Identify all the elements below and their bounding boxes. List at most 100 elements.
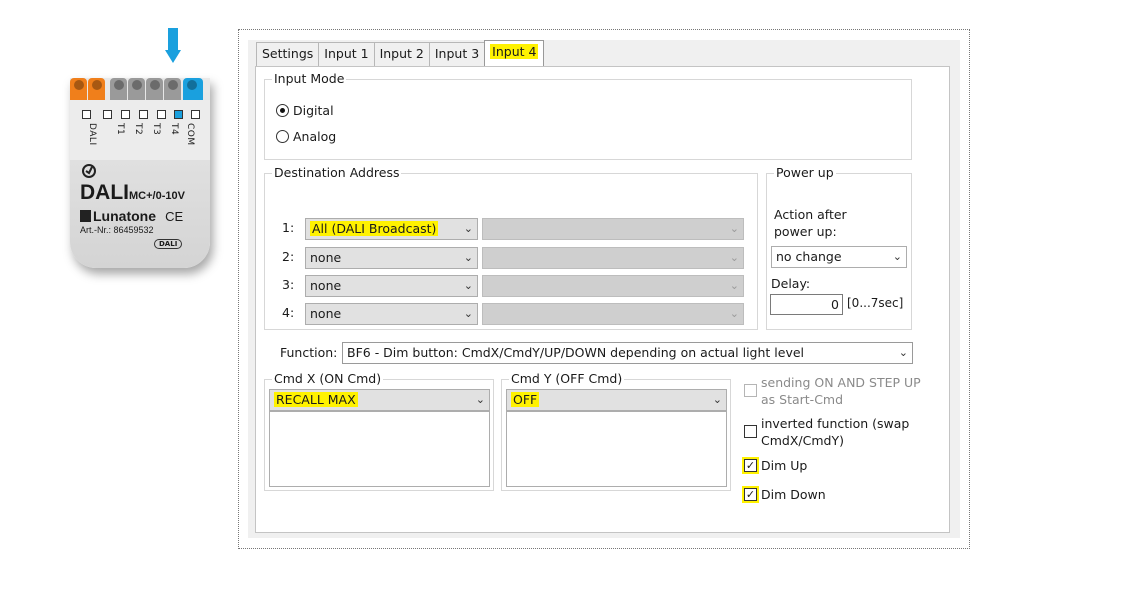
radio-analog-label: Analog bbox=[293, 129, 337, 144]
delay-input[interactable]: 0 bbox=[770, 294, 843, 315]
terminal-indicator bbox=[139, 110, 148, 119]
terminal-indicator bbox=[174, 110, 183, 119]
address-select-3[interactable]: none ⌄ bbox=[305, 275, 478, 297]
ce-mark: CE bbox=[165, 209, 184, 224]
terminal-pin-2 bbox=[88, 78, 105, 100]
address-device-select-2: ⌄ bbox=[482, 247, 744, 269]
chevron-down-icon: ⌄ bbox=[712, 393, 722, 406]
terminal-indicator bbox=[191, 110, 200, 119]
cmd-x-value: RECALL MAX bbox=[274, 392, 358, 407]
sending-on-checkbox[interactable] bbox=[744, 384, 757, 397]
inverted-function-checkbox[interactable] bbox=[744, 425, 757, 438]
chevron-down-icon: ⌄ bbox=[463, 222, 473, 235]
address-select-1[interactable]: All (DALI Broadcast) ⌄ bbox=[305, 218, 478, 240]
dali-device: DALI T1 T2 T3 T4 COM DALIMC+/0-10V Lunat… bbox=[70, 78, 210, 268]
address-row-label: 3: bbox=[282, 277, 295, 292]
terminal-pin-1 bbox=[70, 78, 87, 100]
chevron-down-icon: ⌄ bbox=[463, 279, 473, 292]
sending-on-label: sending ON AND STEP UP bbox=[761, 375, 921, 390]
terminal-indicator bbox=[157, 110, 166, 119]
destination-address-title: Destination Address bbox=[272, 165, 402, 180]
dim-down-label: Dim Down bbox=[761, 487, 826, 502]
chevron-down-icon: ⌄ bbox=[898, 346, 908, 359]
address-select-1-value: All (DALI Broadcast) bbox=[310, 221, 439, 236]
tab-panel: Input Mode Digital Analog Destination Ad… bbox=[255, 66, 950, 533]
terminal-label-com: COM bbox=[185, 123, 195, 146]
chevron-down-icon: ⌄ bbox=[729, 307, 739, 320]
power-up-action-select[interactable]: no change ⌄ bbox=[771, 246, 907, 268]
address-select-2[interactable]: none ⌄ bbox=[305, 247, 478, 269]
radio-digital-label: Digital bbox=[293, 103, 334, 118]
tab-input-1[interactable]: Input 1 bbox=[318, 42, 375, 66]
address-select-4-value: none bbox=[310, 306, 342, 321]
brand-logo-icon bbox=[82, 164, 96, 178]
terminal-label-t3: T3 bbox=[151, 123, 161, 136]
terminal-indicator bbox=[82, 110, 91, 119]
inverted-function-label: inverted function (swap bbox=[761, 416, 910, 431]
address-device-select-1: ⌄ bbox=[482, 218, 744, 240]
power-up-action-value: no change bbox=[776, 249, 842, 264]
model-name: DALI bbox=[80, 181, 129, 204]
dim-up-label: Dim Up bbox=[761, 458, 808, 473]
address-device-select-3: ⌄ bbox=[482, 275, 744, 297]
chevron-down-icon: ⌄ bbox=[463, 251, 473, 264]
inverted-function-label-2: CmdX/CmdY) bbox=[761, 433, 844, 448]
dim-up-checkbox[interactable]: ✓ bbox=[744, 459, 757, 472]
tab-input-4-label: Input 4 bbox=[490, 44, 539, 59]
cmd-x-list[interactable] bbox=[269, 411, 490, 487]
address-select-3-value: none bbox=[310, 278, 342, 293]
terminal-indicator bbox=[103, 110, 112, 119]
terminal-pin-6 bbox=[164, 78, 181, 100]
delay-range-label: [0...7sec] bbox=[847, 296, 904, 310]
delay-label: Delay: bbox=[771, 276, 811, 291]
model-suffix: MC+/0-10V bbox=[129, 190, 185, 202]
brand-name: Lunatone bbox=[93, 208, 156, 224]
power-up-action-label: Action after bbox=[774, 207, 847, 222]
power-up-action-label-2: power up: bbox=[774, 224, 837, 239]
tab-input-2[interactable]: Input 2 bbox=[373, 42, 430, 66]
chevron-down-icon: ⌄ bbox=[729, 251, 739, 264]
sending-on-label-2: as Start-Cmd bbox=[761, 392, 844, 407]
address-row-label: 4: bbox=[282, 305, 295, 320]
terminal-label-t4: T4 bbox=[169, 123, 179, 136]
chevron-down-icon: ⌄ bbox=[475, 393, 485, 406]
cmd-y-select[interactable]: OFF ⌄ bbox=[506, 389, 727, 411]
input-mode-title: Input Mode bbox=[272, 71, 347, 86]
cmd-y-title: Cmd Y (OFF Cmd) bbox=[509, 371, 625, 386]
address-select-4[interactable]: none ⌄ bbox=[305, 303, 478, 325]
function-label: Function: bbox=[280, 345, 338, 360]
address-device-select-4: ⌄ bbox=[482, 303, 744, 325]
cmd-x-select[interactable]: RECALL MAX ⌄ bbox=[269, 389, 490, 411]
cmd-y-list[interactable] bbox=[506, 411, 727, 487]
power-up-title: Power up bbox=[774, 165, 836, 180]
dali-mark: DALI bbox=[154, 239, 183, 249]
function-select[interactable]: BF6 - Dim button: CmdX/CmdY/UP/DOWN depe… bbox=[342, 342, 913, 364]
dim-down-checkbox[interactable]: ✓ bbox=[744, 488, 757, 501]
tab-input-4[interactable]: Input 4 bbox=[484, 40, 545, 66]
brand-mark-icon bbox=[80, 210, 91, 222]
chevron-down-icon: ⌄ bbox=[729, 222, 739, 235]
chevron-down-icon: ⌄ bbox=[463, 307, 473, 320]
tab-input-3[interactable]: Input 3 bbox=[428, 42, 486, 66]
article-number: Art.-Nr.: 86459532 bbox=[80, 225, 154, 235]
arrow-down-icon bbox=[165, 28, 181, 63]
tab-bar: Settings Input 1 Input 2 Input 3 Input 4 bbox=[256, 40, 545, 66]
terminal-label-t1: T1 bbox=[115, 123, 125, 136]
address-row-label: 2: bbox=[282, 249, 295, 264]
terminal-label-dali: DALI bbox=[87, 123, 97, 146]
cmd-y-value: OFF bbox=[511, 392, 540, 407]
terminal-pin-5 bbox=[146, 78, 163, 100]
terminal-pin-7 bbox=[183, 78, 203, 100]
input-mode-group: Input Mode bbox=[264, 71, 912, 160]
function-value: BF6 - Dim button: CmdX/CmdY/UP/DOWN depe… bbox=[347, 345, 805, 360]
address-select-2-value: none bbox=[310, 250, 342, 265]
radio-analog[interactable] bbox=[276, 130, 289, 143]
chevron-down-icon: ⌄ bbox=[892, 250, 902, 263]
tab-settings[interactable]: Settings bbox=[256, 42, 320, 66]
address-row-label: 1: bbox=[282, 220, 295, 235]
cmd-x-title: Cmd X (ON Cmd) bbox=[272, 371, 384, 386]
terminal-label-t2: T2 bbox=[133, 123, 143, 136]
terminal-pin-3 bbox=[110, 78, 127, 100]
radio-digital[interactable] bbox=[276, 104, 289, 117]
chevron-down-icon: ⌄ bbox=[729, 279, 739, 292]
